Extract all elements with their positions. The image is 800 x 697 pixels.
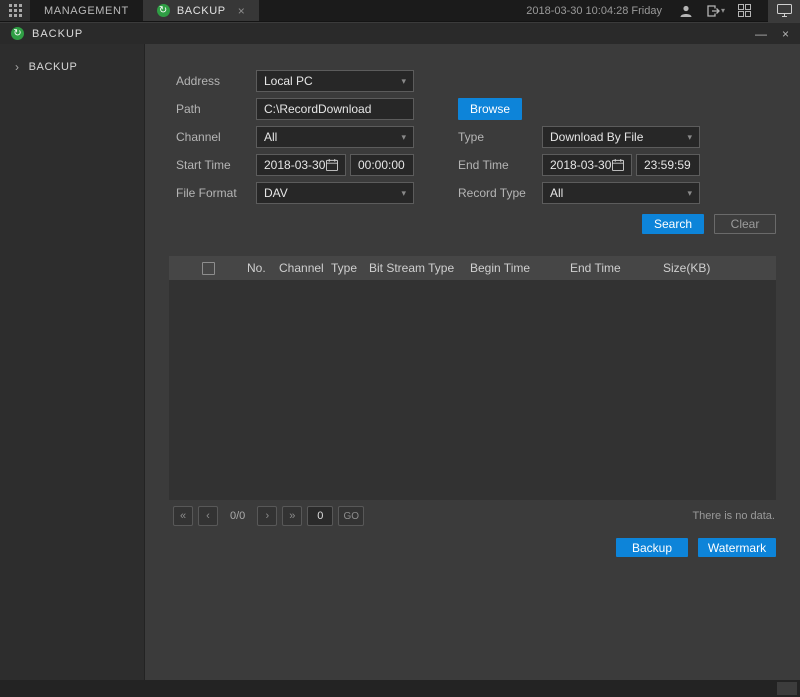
select-all-checkbox[interactable]	[202, 262, 215, 275]
record-type-label: Record Type	[458, 186, 526, 200]
column-bit-stream-type: Bit Stream Type	[369, 261, 470, 275]
datetime-display: 2018-03-30 10:04:28 Friday	[526, 5, 662, 17]
record-type-dropdown[interactable]: All ▾	[542, 182, 700, 204]
chevron-down-icon: ▾	[687, 188, 692, 199]
column-size-kb: Size(KB)	[663, 261, 776, 275]
start-clock-value: 00:00:00	[358, 158, 405, 172]
layout-grid-icon[interactable]	[738, 4, 751, 17]
chevron-down-icon: ▾	[687, 132, 692, 143]
calendar-icon	[612, 159, 624, 171]
next-page-button[interactable]: ›	[257, 506, 277, 526]
logout-caret-icon: ▾	[721, 6, 725, 15]
start-time-label: Start Time	[176, 158, 231, 172]
sidebar: › BACKUP	[0, 44, 145, 680]
path-input[interactable]	[256, 98, 414, 120]
window-controls: — ×	[755, 28, 789, 40]
backup-tab-refresh-icon: ↻	[157, 4, 170, 17]
file-format-dropdown[interactable]: DAV ▾	[256, 182, 414, 204]
page-number-input[interactable]	[307, 506, 333, 526]
column-end-time: End Time	[570, 261, 663, 275]
channel-label: Channel	[176, 130, 221, 144]
clear-button[interactable]: Clear	[714, 214, 776, 234]
monitor-icon[interactable]	[768, 0, 800, 22]
record-type-value: All	[550, 186, 563, 200]
column-no: No.	[247, 261, 279, 275]
chevron-down-icon: ▾	[401, 188, 406, 199]
end-time-label: End Time	[458, 158, 509, 172]
type-dropdown[interactable]: Download By File ▾	[542, 126, 700, 148]
close-icon[interactable]: ×	[782, 28, 789, 40]
pagination: « ‹ 0/0 › » GO	[173, 506, 364, 526]
channel-dropdown[interactable]: All ▾	[256, 126, 414, 148]
tab-backup[interactable]: ↻ BACKUP ×	[143, 0, 259, 21]
watermark-button[interactable]: Watermark	[698, 538, 776, 557]
backup-button[interactable]: Backup	[616, 538, 688, 557]
header-checkbox-cell	[169, 262, 247, 275]
minimize-icon[interactable]: —	[755, 28, 767, 40]
apps-menu-button[interactable]	[0, 0, 30, 21]
table-body	[169, 280, 776, 500]
sidebar-item-label: BACKUP	[29, 61, 78, 73]
topbar-right-cluster: 2018-03-30 10:04:28 Friday ▾	[526, 0, 800, 21]
address-dropdown[interactable]: Local PC ▾	[256, 70, 414, 92]
empty-state-text: There is no data.	[692, 510, 775, 522]
column-begin-time: Begin Time	[470, 261, 570, 275]
table-header-row: No. Channel Type Bit Stream Type Begin T…	[169, 256, 776, 280]
file-format-label: File Format	[176, 186, 237, 200]
go-button[interactable]: GO	[338, 506, 364, 526]
browse-button[interactable]: Browse	[458, 98, 522, 120]
type-value: Download By File	[550, 130, 643, 144]
end-date-value: 2018-03-30	[550, 158, 611, 172]
user-icon[interactable]	[679, 4, 693, 18]
search-button[interactable]: Search	[642, 214, 704, 234]
last-page-button[interactable]: »	[282, 506, 302, 526]
chevron-down-icon: ▾	[401, 76, 406, 87]
page-title: BACKUP	[32, 28, 83, 40]
apps-grid-icon	[9, 4, 22, 17]
end-clock-field[interactable]: 23:59:59	[636, 154, 700, 176]
tab-management-label: MANAGEMENT	[44, 5, 129, 17]
file-format-value: DAV	[264, 186, 288, 200]
top-bar: MANAGEMENT ↻ BACKUP × 2018-03-30 10:04:2…	[0, 0, 800, 22]
chevron-down-icon: ▾	[401, 132, 406, 143]
prev-page-button[interactable]: ‹	[198, 506, 218, 526]
start-date-field[interactable]: 2018-03-30	[256, 154, 346, 176]
app-window: MANAGEMENT ↻ BACKUP × 2018-03-30 10:04:2…	[0, 0, 800, 697]
end-date-field[interactable]: 2018-03-30	[542, 154, 632, 176]
tab-backup-label: BACKUP	[177, 5, 226, 17]
column-type: Type	[331, 261, 369, 275]
channel-value: All	[264, 130, 277, 144]
calendar-icon	[326, 159, 338, 171]
start-date-value: 2018-03-30	[264, 158, 325, 172]
chevron-right-icon: ›	[15, 60, 20, 74]
title-bar: ↻ BACKUP — ×	[0, 23, 800, 44]
sidebar-item-backup[interactable]: › BACKUP	[0, 52, 144, 82]
bottom-bar	[0, 680, 800, 697]
corner-tile	[777, 682, 797, 695]
backup-page-icon: ↻	[11, 27, 24, 40]
main-panel: Address Local PC ▾ Path Browse Channel A…	[146, 44, 800, 680]
address-label: Address	[176, 74, 220, 88]
results-table: No. Channel Type Bit Stream Type Begin T…	[169, 256, 776, 500]
tab-close-icon[interactable]: ×	[238, 4, 246, 18]
tab-management[interactable]: MANAGEMENT	[30, 0, 143, 21]
path-label: Path	[176, 102, 201, 116]
page-info: 0/0	[230, 510, 245, 522]
column-channel: Channel	[279, 261, 331, 275]
type-label: Type	[458, 130, 484, 144]
logout-icon[interactable]: ▾	[706, 4, 725, 18]
first-page-button[interactable]: «	[173, 506, 193, 526]
end-clock-value: 23:59:59	[644, 158, 691, 172]
address-value: Local PC	[264, 74, 313, 88]
start-clock-field[interactable]: 00:00:00	[350, 154, 414, 176]
